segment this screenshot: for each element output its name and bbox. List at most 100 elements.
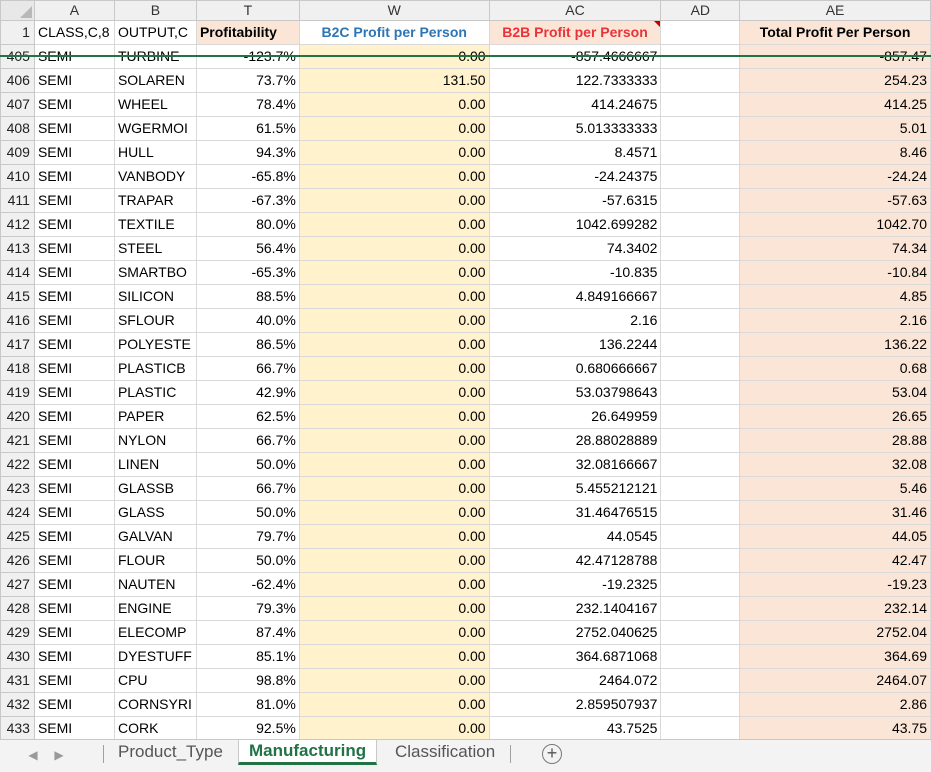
cell-profitability[interactable]: 80.0%: [195, 212, 300, 237]
select-all-corner[interactable]: [0, 0, 35, 21]
cell-class[interactable]: SEMI: [33, 404, 115, 429]
row-header[interactable]: 430: [0, 644, 35, 669]
cell-class[interactable]: SEMI: [33, 548, 115, 573]
cell-total-profit[interactable]: 2.16: [739, 308, 931, 333]
cell-output[interactable]: PAPER: [113, 404, 197, 429]
cell-b2c-profit[interactable]: 0.00: [298, 140, 490, 165]
cell-total-profit[interactable]: 1042.70: [739, 212, 931, 237]
header-cell-ad[interactable]: [660, 20, 741, 45]
column-header-t[interactable]: T: [195, 0, 300, 21]
cell-b2b-profit[interactable]: 136.2244: [488, 332, 662, 357]
cell-ad[interactable]: [660, 524, 741, 549]
cell-class[interactable]: SEMI: [33, 524, 115, 549]
cell-profitability[interactable]: 88.5%: [195, 284, 300, 309]
cell-b2b-profit[interactable]: 364.6871068: [488, 644, 662, 669]
cell-b2c-profit[interactable]: 0.00: [298, 524, 490, 549]
row-header[interactable]: 424: [0, 500, 35, 525]
cell-profitability[interactable]: -67.3%: [195, 188, 300, 213]
cell-b2b-profit[interactable]: 0.680666667: [488, 356, 662, 381]
cell-class[interactable]: SEMI: [33, 260, 115, 285]
cell-class[interactable]: SEMI: [33, 452, 115, 477]
cell-total-profit[interactable]: 4.85: [739, 284, 931, 309]
row-header[interactable]: 409: [0, 140, 35, 165]
cell-b2c-profit[interactable]: 0.00: [298, 500, 490, 525]
cell-output[interactable]: FLOUR: [113, 548, 197, 573]
row-header[interactable]: 433: [0, 716, 35, 740]
cell-output[interactable]: ENGINE: [113, 596, 197, 621]
cell-b2b-profit[interactable]: 232.1404167: [488, 596, 662, 621]
cell-class[interactable]: SEMI: [33, 596, 115, 621]
cell-output[interactable]: GALVAN: [113, 524, 197, 549]
cell-profitability[interactable]: 66.7%: [195, 428, 300, 453]
cell-profitability[interactable]: 87.4%: [195, 620, 300, 645]
column-header-ad[interactable]: AD: [660, 0, 741, 21]
cell-profitability[interactable]: 50.0%: [195, 452, 300, 477]
cell-class[interactable]: SEMI: [33, 140, 115, 165]
cell-ad[interactable]: [660, 380, 741, 405]
row-header[interactable]: 411: [0, 188, 35, 213]
cell-b2b-profit[interactable]: 8.4571: [488, 140, 662, 165]
cell-b2c-profit[interactable]: 0.00: [298, 548, 490, 573]
cell-total-profit[interactable]: 44.05: [739, 524, 931, 549]
cell-ad[interactable]: [660, 404, 741, 429]
cell-b2b-profit[interactable]: 5.455212121: [488, 476, 662, 501]
cell-total-profit[interactable]: 414.25: [739, 92, 931, 117]
cell-profitability[interactable]: -65.3%: [195, 260, 300, 285]
cell-b2b-profit[interactable]: 31.46476515: [488, 500, 662, 525]
cell-b2b-profit[interactable]: 43.7525: [488, 716, 662, 740]
cell-class[interactable]: SEMI: [33, 716, 115, 740]
cell-ad[interactable]: [660, 284, 741, 309]
cell-ad[interactable]: [660, 452, 741, 477]
cell-total-profit[interactable]: 254.23: [739, 68, 931, 93]
cell-profitability[interactable]: 81.0%: [195, 692, 300, 717]
cell-b2c-profit[interactable]: 0.00: [298, 380, 490, 405]
cell-total-profit[interactable]: 5.46: [739, 476, 931, 501]
cell-class[interactable]: SEMI: [33, 236, 115, 261]
cell-class[interactable]: SEMI: [33, 284, 115, 309]
cell-output[interactable]: SOLAREN: [113, 68, 197, 93]
cell-total-profit[interactable]: 2.86: [739, 692, 931, 717]
cell-total-profit[interactable]: -19.23: [739, 572, 931, 597]
cell-ad[interactable]: [660, 68, 741, 93]
cell-output[interactable]: NYLON: [113, 428, 197, 453]
column-header-b[interactable]: B: [113, 0, 197, 21]
cell-ad[interactable]: [660, 572, 741, 597]
cell-profitability[interactable]: 79.7%: [195, 524, 300, 549]
cell-total-profit[interactable]: 0.68: [739, 356, 931, 381]
cell-ad[interactable]: [660, 236, 741, 261]
cell-class[interactable]: SEMI: [33, 620, 115, 645]
cell-b2b-profit[interactable]: 2752.040625: [488, 620, 662, 645]
cell-b2b-profit[interactable]: -10.835: [488, 260, 662, 285]
cell-total-profit[interactable]: 364.69: [739, 644, 931, 669]
cell-total-profit[interactable]: 5.01: [739, 116, 931, 141]
row-header[interactable]: 414: [0, 260, 35, 285]
cell-b2c-profit[interactable]: 131.50: [298, 68, 490, 93]
cell-b2c-profit[interactable]: 0.00: [298, 236, 490, 261]
cell-b2c-profit[interactable]: 0.00: [298, 644, 490, 669]
column-header-ae[interactable]: AE: [739, 0, 931, 21]
row-header[interactable]: 417: [0, 332, 35, 357]
header-cell-b2c-profit[interactable]: B2C Profit per Person: [298, 20, 490, 45]
cell-output[interactable]: VANBODY: [113, 164, 197, 189]
cell-profitability[interactable]: 98.8%: [195, 668, 300, 693]
cell-b2c-profit[interactable]: 0.00: [298, 692, 490, 717]
row-header[interactable]: 412: [0, 212, 35, 237]
cell-profitability[interactable]: 86.5%: [195, 332, 300, 357]
cell-b2b-profit[interactable]: 2.859507937: [488, 692, 662, 717]
cell-class[interactable]: SEMI: [33, 476, 115, 501]
row-header[interactable]: 419: [0, 380, 35, 405]
cell-b2c-profit[interactable]: 0.00: [298, 212, 490, 237]
cell-output[interactable]: PLASTICB: [113, 356, 197, 381]
cell-b2b-profit[interactable]: 1042.699282: [488, 212, 662, 237]
cell-class[interactable]: SEMI: [33, 116, 115, 141]
cell-output[interactable]: ELECOMP: [113, 620, 197, 645]
cell-profitability[interactable]: 61.5%: [195, 116, 300, 141]
cell-class[interactable]: SEMI: [33, 332, 115, 357]
cell-b2c-profit[interactable]: 0.00: [298, 572, 490, 597]
cell-b2b-profit[interactable]: 26.649959: [488, 404, 662, 429]
row-header[interactable]: 429: [0, 620, 35, 645]
cell-output[interactable]: STEEL: [113, 236, 197, 261]
cell-output[interactable]: WGERMOI: [113, 116, 197, 141]
cell-b2b-profit[interactable]: -57.6315: [488, 188, 662, 213]
tab-product-type[interactable]: Product_Type: [108, 740, 233, 766]
